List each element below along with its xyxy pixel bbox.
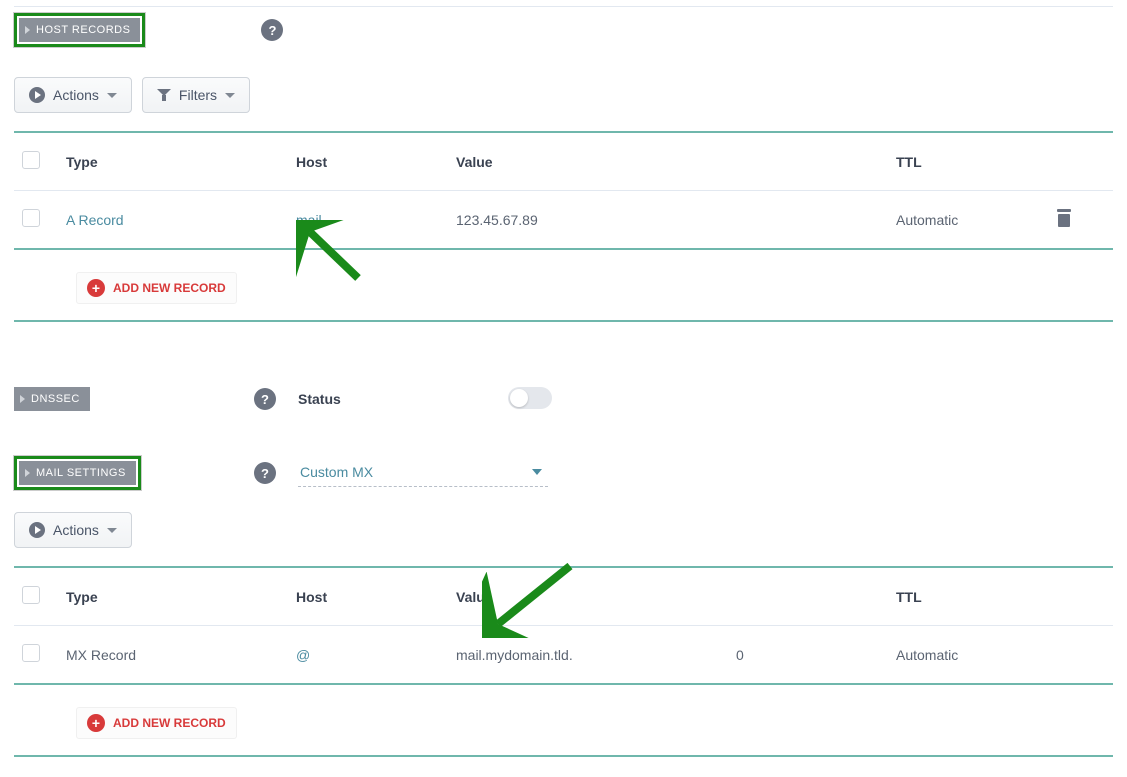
host-records-tag[interactable]: HOST RECORDS [19,18,140,42]
select-all-checkbox[interactable] [22,151,40,169]
plus-icon: + [87,279,105,297]
row-checkbox[interactable] [22,209,40,227]
record-ttl[interactable]: Automatic [896,647,1056,663]
host-records-highlight: HOST RECORDS [14,13,145,47]
plus-icon: + [87,714,105,732]
record-type[interactable]: A Record [66,212,296,228]
help-icon[interactable]: ? [254,388,276,410]
col-host: Host [296,589,456,605]
actions-button[interactable]: Actions [14,77,132,113]
select-all-checkbox[interactable] [22,586,40,604]
actions-button[interactable]: Actions [14,512,132,548]
col-type: Type [66,589,296,605]
dnssec-title: DNSSEC [31,393,80,405]
record-host[interactable]: @ [296,647,456,663]
table-row: A Record mail 123.45.67.89 Automatic [14,191,1113,250]
chevron-down-icon [107,528,117,533]
add-new-record-label: ADD NEW RECORD [113,281,226,295]
col-value: Value [456,154,896,170]
play-icon [29,522,45,538]
record-priority[interactable]: 0 [736,647,896,663]
chevron-down-icon [225,93,235,98]
row-checkbox[interactable] [22,644,40,662]
caret-right-icon [20,395,25,403]
dnssec-toggle[interactable] [508,387,552,409]
play-icon [29,87,45,103]
record-host[interactable]: mail [296,212,456,228]
actions-label: Actions [53,522,99,538]
record-value[interactable]: mail.mydomain.tld. [456,647,736,663]
col-ttl: TTL [896,589,1056,605]
caret-right-icon [25,469,30,477]
col-value: Value [456,589,736,605]
table-row: MX Record @ mail.mydomain.tld. 0 Automat… [14,626,1113,685]
add-new-record-label: ADD NEW RECORD [113,716,226,730]
mail-settings-title: MAIL SETTINGS [36,467,126,479]
caret-right-icon [25,26,30,34]
add-new-record-button[interactable]: + ADD NEW RECORD [76,707,237,739]
trash-icon[interactable] [1056,209,1072,227]
filters-button[interactable]: Filters [142,77,250,113]
help-icon[interactable]: ? [261,19,283,41]
status-label: Status [298,391,508,407]
filter-icon [157,88,171,102]
chevron-down-icon [107,93,117,98]
mail-settings-tag[interactable]: MAIL SETTINGS [19,461,136,485]
record-type[interactable]: MX Record [66,647,296,663]
record-value[interactable]: 123.45.67.89 [456,212,896,228]
chevron-down-icon [532,469,542,475]
col-ttl: TTL [896,154,1056,170]
col-type: Type [66,154,296,170]
host-records-table-header: Type Host Value TTL [14,131,1113,191]
mail-settings-selected: Custom MX [300,464,373,480]
mail-settings-select[interactable]: Custom MX [298,460,548,487]
record-ttl[interactable]: Automatic [896,212,1056,228]
help-icon[interactable]: ? [254,462,276,484]
filters-label: Filters [179,87,217,103]
mail-settings-highlight: MAIL SETTINGS [14,456,141,490]
col-host: Host [296,154,456,170]
mail-records-table-header: Type Host Value TTL [14,566,1113,626]
dnssec-tag[interactable]: DNSSEC [14,387,90,411]
add-new-record-button[interactable]: + ADD NEW RECORD [76,272,237,304]
host-records-title: HOST RECORDS [36,24,130,36]
actions-label: Actions [53,87,99,103]
